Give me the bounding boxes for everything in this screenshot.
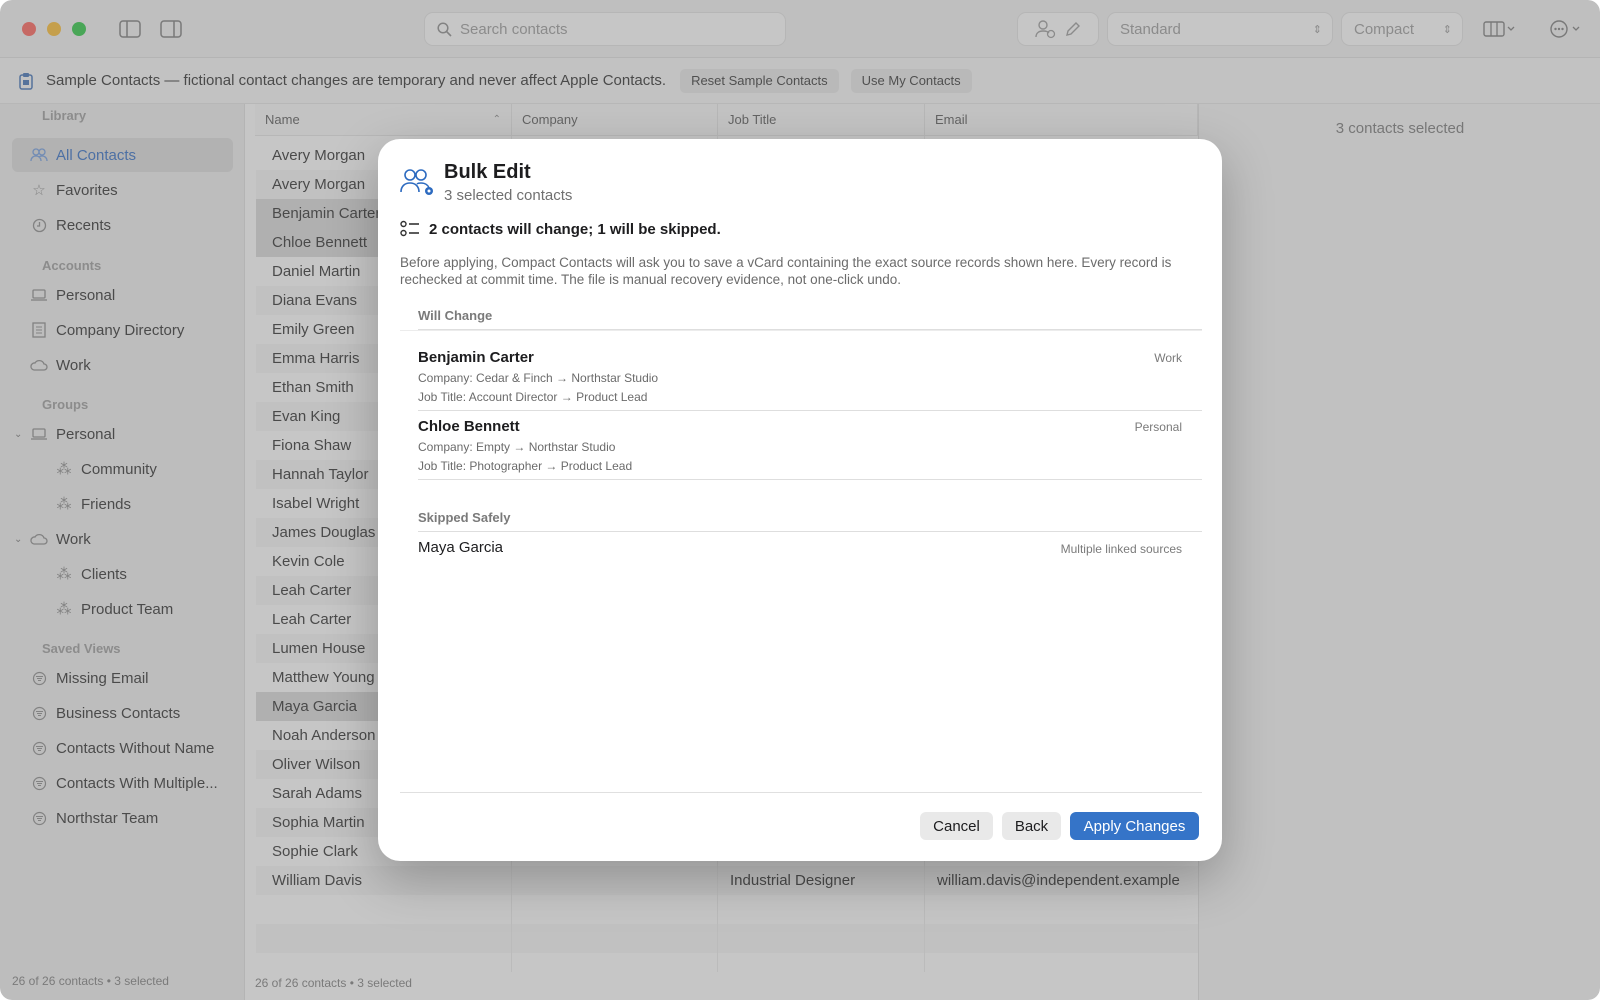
change-summary: 2 contacts will change; 1 will be skippe… — [400, 219, 721, 239]
will-change-heading: Will Change — [418, 308, 493, 323]
back-button[interactable]: Back — [1002, 812, 1061, 840]
app-window: Standard ⇕ Compact ⇕ Sample Contacts — f… — [0, 0, 1600, 1000]
change-account: Personal — [1134, 420, 1182, 434]
skipped-heading: Skipped Safely — [418, 510, 511, 525]
bulk-edit-sheet: Bulk Edit 3 selected contacts 2 contacts… — [378, 139, 1222, 861]
change-contact-name: Chloe Bennett — [418, 418, 520, 435]
footer-divider — [400, 792, 1202, 793]
change-job-title: Job Title: Account Director → Product Le… — [418, 390, 648, 404]
checklist-icon — [400, 220, 419, 237]
sheet-title: Bulk Edit — [444, 161, 531, 183]
divider — [418, 410, 1202, 411]
apply-changes-button[interactable]: Apply Changes — [1070, 812, 1199, 840]
divider — [418, 531, 1202, 532]
sheet-description: Before applying, Compact Contacts will a… — [400, 255, 1172, 287]
skipped-reason: Multiple linked sources — [1060, 542, 1182, 556]
change-account: Work — [1154, 351, 1182, 365]
change-company: Company: Empty → Northstar Studio — [418, 440, 616, 454]
change-summary-text: 2 contacts will change; 1 will be skippe… — [429, 220, 721, 238]
change-job-title: Job Title: Photographer → Product Lead — [418, 459, 633, 473]
change-company: Company: Cedar & Finch → Northstar Studi… — [418, 371, 659, 385]
divider — [400, 330, 1202, 331]
divider — [418, 479, 1202, 480]
people-gear-icon — [400, 167, 436, 197]
sheet-subtitle: 3 selected contacts — [444, 187, 573, 204]
change-contact-name: Benjamin Carter — [418, 349, 534, 366]
cancel-button[interactable]: Cancel — [920, 812, 993, 840]
skipped-contact-name: Maya Garcia — [418, 539, 504, 556]
